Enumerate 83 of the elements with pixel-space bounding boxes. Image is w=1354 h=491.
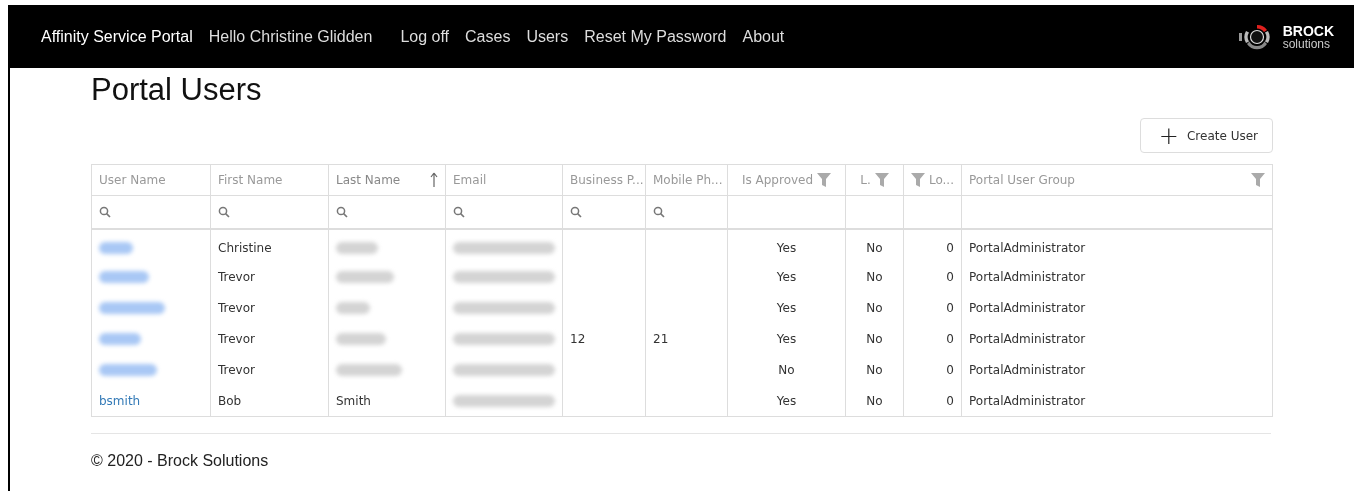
nav-link[interactable]: Cases xyxy=(465,27,511,46)
column-header[interactable]: Business P... xyxy=(563,165,646,196)
table-cell: Trevor xyxy=(218,362,255,377)
table-cell: No xyxy=(866,393,883,408)
greeting-link[interactable]: Hello Christine Glidden xyxy=(208,27,373,46)
table-cell: Yes xyxy=(776,269,797,284)
table-cell: PortalAdministrator xyxy=(969,300,1086,315)
table-cell: No xyxy=(866,300,883,315)
column-header[interactable]: User Name xyxy=(92,165,211,196)
nav-link[interactable]: Reset My Password xyxy=(584,27,727,46)
table-cell: No xyxy=(778,362,795,377)
redacted-text xyxy=(336,241,378,254)
table-cell: Christine xyxy=(218,240,272,255)
logo-wordmark: BROCK xyxy=(1282,23,1334,38)
user-name-link[interactable]: bsmith xyxy=(99,393,141,408)
table-cell: PortalAdministrator xyxy=(969,269,1086,284)
table-cell: PortalAdministrator xyxy=(969,331,1086,346)
redacted-text xyxy=(336,332,386,345)
search-icon xyxy=(653,206,665,218)
table-cell: 0 xyxy=(946,331,954,346)
redacted-text xyxy=(99,363,157,376)
nav-link[interactable]: Log off xyxy=(400,27,450,46)
table-cell: PortalAdministrator xyxy=(969,362,1086,377)
search-field[interactable] xyxy=(446,196,563,230)
search-field[interactable] xyxy=(646,196,728,230)
table-cell: Smith xyxy=(336,393,371,408)
redacted-text xyxy=(99,301,165,314)
column-header[interactable]: Is Approved xyxy=(728,165,846,196)
redacted-text xyxy=(336,301,370,314)
table-cell: Trevor xyxy=(218,269,255,284)
redacted-text xyxy=(99,270,149,283)
table-cell: PortalAdministrator xyxy=(969,393,1086,408)
table-cell: No xyxy=(866,331,883,346)
table-cell: No xyxy=(866,240,883,255)
search-field[interactable] xyxy=(563,196,646,230)
redacted-text xyxy=(99,241,133,254)
table-cell: Bob xyxy=(218,393,242,408)
redacted-text xyxy=(336,270,394,283)
column-header[interactable]: Lo... xyxy=(904,165,962,196)
search-icon xyxy=(218,206,230,218)
table-cell: No xyxy=(866,269,883,284)
table-cell: Yes xyxy=(776,331,797,346)
table-cell: Trevor xyxy=(218,331,255,346)
column-header[interactable]: First Name xyxy=(211,165,329,196)
table-cell: 0 xyxy=(946,300,954,315)
column-header[interactable]: Email xyxy=(446,165,563,196)
search-icon xyxy=(453,206,465,218)
search-icon xyxy=(99,206,111,218)
search-icon xyxy=(336,206,348,218)
table-cell: 0 xyxy=(946,362,954,377)
table-cell: 0 xyxy=(946,393,954,408)
redacted-text xyxy=(99,332,141,345)
create-user-button[interactable]: + Create User xyxy=(1139,118,1273,153)
table-cell: Trevor xyxy=(218,300,255,315)
table-cell: 21 xyxy=(653,331,669,346)
search-field[interactable] xyxy=(92,196,211,230)
brand-link[interactable]: Affinity Service Portal xyxy=(41,27,193,46)
page-title: Portal Users xyxy=(91,72,263,108)
footer-text: © 2020 - Brock Solutions xyxy=(91,452,270,470)
table-cell: 12 xyxy=(570,331,586,346)
sort-arrow-icon[interactable] xyxy=(430,172,438,188)
filter-icon[interactable] xyxy=(874,173,889,187)
table-cell: Yes xyxy=(776,240,797,255)
filter-icon[interactable] xyxy=(817,173,832,187)
filter-icon[interactable] xyxy=(910,173,925,187)
redacted-text xyxy=(336,363,402,376)
table-cell: Yes xyxy=(776,300,797,315)
logo-tagline: solutions xyxy=(1282,37,1332,50)
nav-link[interactable]: About xyxy=(742,27,785,46)
table-cell: 0 xyxy=(946,269,954,284)
column-header[interactable]: Mobile Ph... xyxy=(646,165,728,196)
table-cell: PortalAdministrator xyxy=(969,240,1086,255)
table-cell: Yes xyxy=(776,393,797,408)
search-field[interactable] xyxy=(211,196,329,230)
filter-icon[interactable] xyxy=(1251,173,1265,187)
column-header[interactable]: L. xyxy=(846,165,904,196)
nav-link[interactable]: Users xyxy=(526,27,569,46)
search-icon xyxy=(570,206,582,218)
table-cell: 0 xyxy=(946,240,954,255)
table-cell: No xyxy=(866,362,883,377)
search-field[interactable] xyxy=(329,196,446,230)
column-header[interactable]: Last Name xyxy=(329,165,446,196)
column-header[interactable]: Portal User Group xyxy=(962,165,1272,196)
